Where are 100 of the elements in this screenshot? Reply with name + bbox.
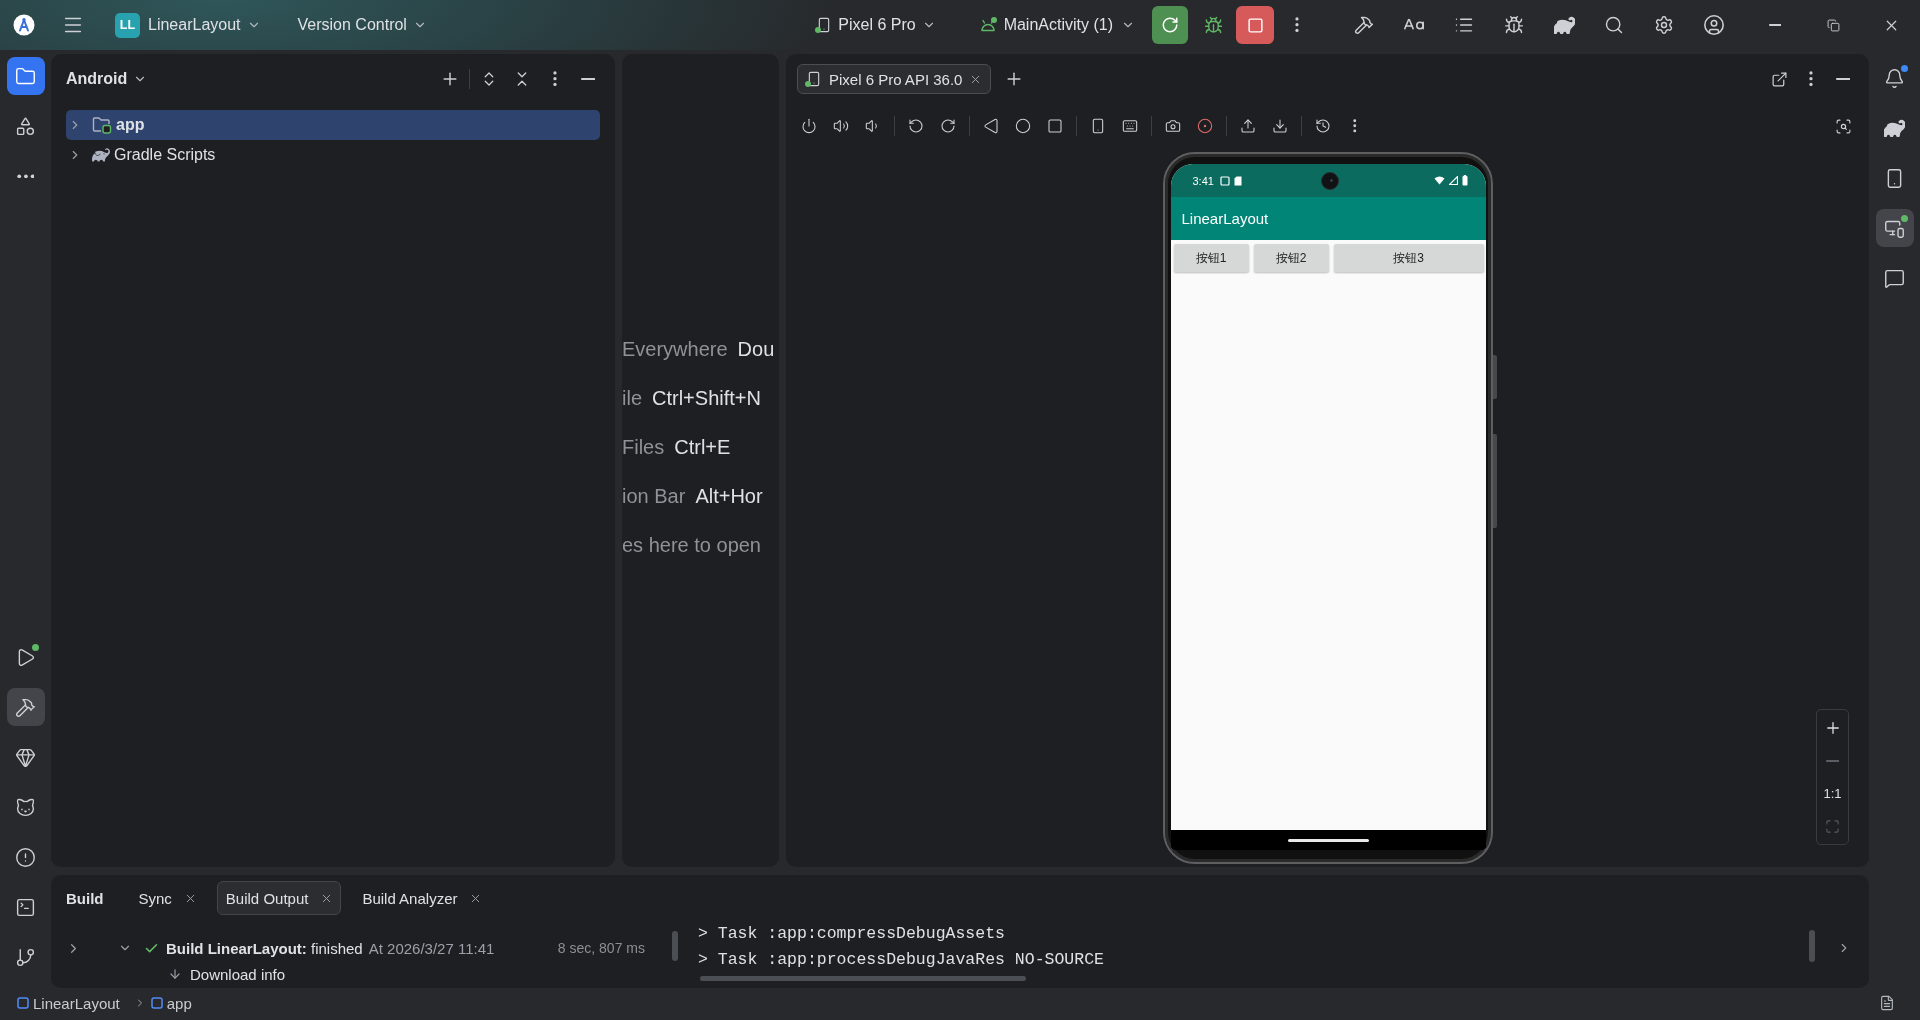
project-dropdown[interactable]: LinearLayout [148, 9, 261, 41]
search-icon [1604, 15, 1624, 35]
console-line: > Task :app:compressDebugAssets [698, 923, 1005, 945]
robot-head-icon [979, 18, 996, 32]
arrow-down-icon [168, 967, 182, 981]
build-time-text: At 2026/3/27 11:41 [368, 939, 495, 957]
breadcrumb[interactable]: app [150, 994, 192, 1012]
rotate-right-icon [940, 118, 956, 134]
list-icon [1454, 15, 1474, 35]
camera-hole-icon [1321, 171, 1339, 190]
more-vertical-icon [1809, 71, 1813, 87]
record-icon [1197, 118, 1213, 134]
more-vertical-icon [553, 71, 557, 87]
app-button[interactable]: 按钮2 [1253, 244, 1329, 272]
more-vertical-icon [1295, 17, 1299, 33]
phone-icon [1090, 118, 1106, 134]
home-indicator[interactable] [1287, 838, 1369, 842]
tree-item[interactable]: Download info [190, 965, 286, 983]
stop-button[interactable] [1236, 6, 1274, 44]
fit-screen-icon [1825, 819, 1840, 834]
scrollbar[interactable] [700, 976, 1026, 981]
user-circle-icon [1703, 14, 1725, 36]
breadcrumb[interactable]: LinearLayout [17, 994, 120, 1012]
git-branch-icon [15, 946, 36, 968]
volume-up-icon [833, 118, 849, 134]
tree-item[interactable]: Gradle Scripts [66, 140, 600, 170]
hint-text: ile [622, 387, 642, 410]
hint-text: ion Bar [622, 485, 686, 508]
alert-icon [15, 846, 36, 868]
gem-icon [15, 746, 36, 768]
more-vertical-icon [1353, 119, 1357, 133]
elephant-icon [1553, 14, 1575, 36]
build-result-text: Build LinearLayout: finished [166, 939, 363, 957]
build-tab[interactable]: Build Output [216, 881, 342, 915]
folder-icon [92, 116, 112, 134]
tool-window-button[interactable] [6, 688, 45, 726]
tool-window-button[interactable] [1875, 209, 1914, 247]
shortcut-text: Dou [737, 338, 775, 361]
battery-icon [1461, 175, 1468, 186]
shortcut-text: Ctrl+E [674, 436, 731, 459]
rotate-left-icon [908, 118, 924, 134]
console-line: > Task :app:processDebugJavaRes NO-SOURCE [698, 949, 1104, 971]
camera-icon [1165, 118, 1181, 134]
build-tab[interactable]: Build Analyzer [353, 881, 491, 915]
actual-size-button[interactable]: 1:1 [1817, 777, 1848, 810]
hammer-icon [1354, 15, 1374, 35]
refresh-icon [1161, 16, 1179, 34]
hammer-icon [15, 696, 36, 718]
build-duration-text: 8 sec, 807 ms [557, 940, 645, 956]
notification-icon [1219, 175, 1230, 186]
phone-icon [806, 71, 822, 87]
document-icon[interactable] [1879, 995, 1895, 1011]
circle-icon [1015, 118, 1031, 134]
module-icon [17, 997, 29, 1009]
screen-search-icon [1834, 117, 1852, 135]
app-button[interactable]: 按钮3 [1333, 244, 1484, 272]
panel-title: Build [66, 889, 104, 907]
device-dropdown[interactable]: Pixel 6 Pro [816, 9, 936, 41]
run-config-dropdown[interactable]: MainActivity (1) [979, 9, 1135, 41]
upload-icon [1240, 118, 1256, 134]
hint-text: Files [622, 436, 665, 459]
more-horizontal-icon [16, 173, 35, 179]
terminal-icon [15, 896, 36, 918]
vcs-dropdown[interactable]: Version Control [297, 9, 427, 41]
chat-icon [1884, 267, 1905, 289]
build-tab[interactable]: Sync [129, 881, 205, 915]
project-badge: LL [115, 12, 140, 38]
scrollbar[interactable] [1809, 930, 1815, 962]
elephant-icon [92, 146, 110, 164]
logo-icon [13, 14, 35, 36]
minimize-icon [1835, 78, 1851, 80]
cat-icon [15, 796, 36, 818]
view-selector[interactable]: Android [66, 70, 148, 88]
bug-icon [1504, 15, 1524, 35]
sd-card-icon [1233, 175, 1242, 186]
shortcut-text: Ctrl+Shift+N [652, 387, 761, 410]
signal-icon [1448, 176, 1458, 185]
external-link-icon [1770, 70, 1788, 88]
tree-item[interactable]: app [66, 110, 600, 140]
settings-icon [1654, 15, 1674, 35]
minimize-icon [580, 78, 596, 80]
bug-icon [1203, 15, 1223, 35]
hint-text: Everywhere [622, 338, 728, 361]
minimize-icon [1768, 24, 1782, 26]
device-tab[interactable]: Pixel 6 Pro API 36.0 [797, 64, 992, 94]
minus-icon [1825, 759, 1840, 762]
module-icon [150, 997, 163, 1009]
rerun-button[interactable] [1152, 6, 1188, 44]
scrollbar[interactable] [672, 931, 678, 961]
power-icon [801, 118, 817, 134]
folder-icon [15, 65, 36, 87]
clock-text: 3:41 [1192, 174, 1214, 187]
square-icon [1246, 16, 1264, 34]
hint-text: es here to open [622, 534, 761, 557]
bell-icon [1884, 67, 1905, 89]
app-button[interactable]: 按钮1 [1173, 244, 1249, 272]
keyboard-icon [1122, 118, 1138, 134]
download-icon [1272, 118, 1288, 134]
tool-window-button[interactable] [6, 57, 45, 95]
wifi-icon [1433, 176, 1445, 185]
